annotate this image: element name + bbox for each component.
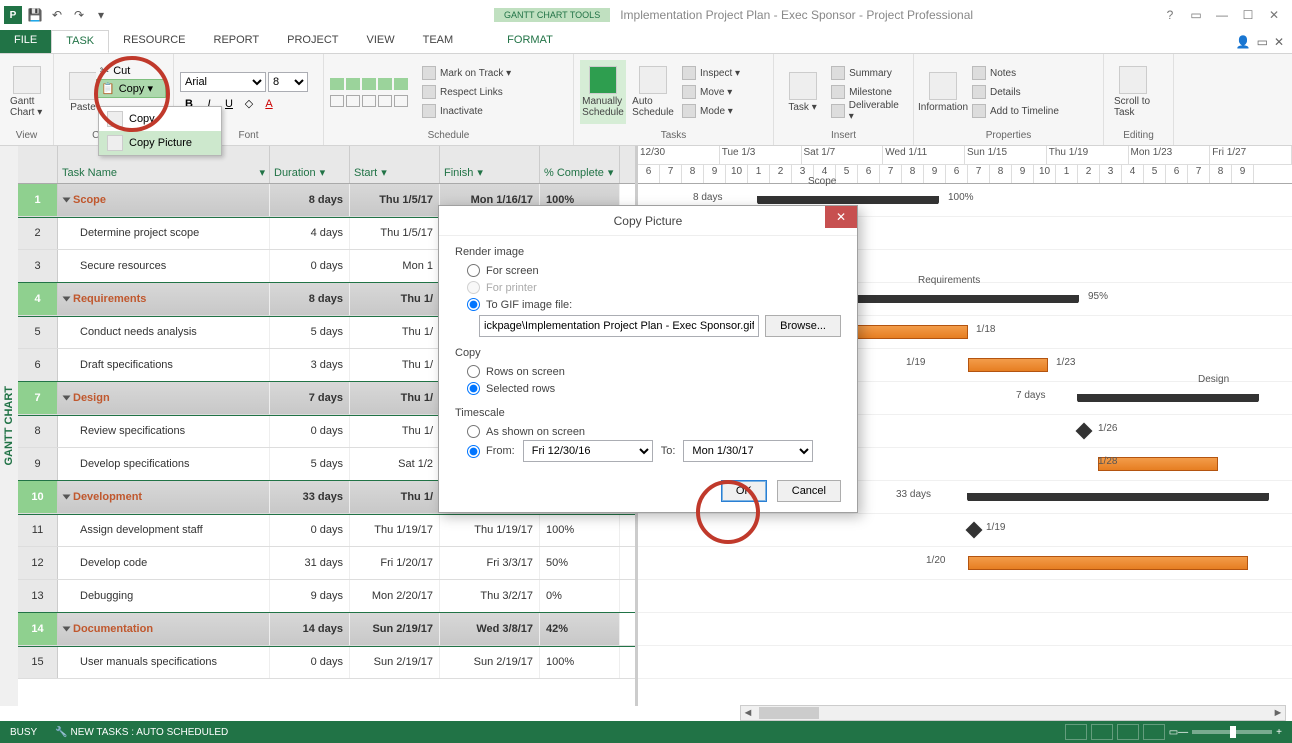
title-bar: P 💾 ↶ ↷ ▾ GANTT CHART TOOLS Implementati… xyxy=(0,0,1292,30)
dialog-close-button[interactable]: ✕ xyxy=(825,206,857,228)
section-copy: Copy xyxy=(455,347,841,359)
clipboard-copy-area: ✂Cut 📋Copy ▾ xyxy=(96,62,166,98)
view-shortcut-3[interactable] xyxy=(1117,724,1139,740)
font-size-select[interactable]: 8 xyxy=(268,72,308,92)
quick-access-toolbar: P 💾 ↶ ↷ ▾ xyxy=(0,6,114,24)
view-bar: GANTT CHART xyxy=(0,146,18,706)
gif-path-input[interactable] xyxy=(479,315,759,337)
auto-schedule-button[interactable]: Auto Schedule xyxy=(630,60,676,124)
tab-task[interactable]: TASK xyxy=(51,30,109,53)
copy-menu-copy-picture[interactable]: Copy Picture xyxy=(99,131,221,155)
tab-team[interactable]: TEAM xyxy=(409,30,468,53)
opt-selected-rows[interactable]: Selected rows xyxy=(455,380,841,397)
cancel-button[interactable]: Cancel xyxy=(777,480,841,502)
move-button[interactable]: Move ▾ xyxy=(680,83,742,101)
mark-on-track-button[interactable]: Mark on Track ▾ xyxy=(420,64,513,82)
table-row[interactable]: 14 Documentation 14 days Sun 2/19/17 Wed… xyxy=(18,613,635,646)
table-row[interactable]: 13 Debugging 9 days Mon 2/20/17 Thu 3/2/… xyxy=(18,580,635,613)
font-color-button[interactable]: A xyxy=(260,95,278,113)
save-icon[interactable]: 💾 xyxy=(26,6,44,24)
dialog-title: Copy Picture ✕ xyxy=(439,206,857,236)
copy-picture-dialog: Copy Picture ✕ Render image For screen F… xyxy=(438,205,858,513)
notes-button[interactable]: Notes xyxy=(970,64,1061,82)
mode-button[interactable]: Mode ▾ xyxy=(680,102,742,120)
manually-schedule-button[interactable]: Manually Schedule xyxy=(580,60,626,124)
col-pct-complete[interactable]: % Complete▾ xyxy=(540,146,620,183)
copy-menu-copy[interactable]: Copy xyxy=(99,107,221,131)
tab-report[interactable]: REPORT xyxy=(200,30,274,53)
from-date-select[interactable]: Fri 12/30/16 xyxy=(523,440,653,462)
cut-button[interactable]: ✂Cut xyxy=(96,62,166,79)
gantt-chart-button[interactable]: Gantt Chart ▾ xyxy=(6,60,47,124)
window-restore-icon[interactable]: ▭ xyxy=(1257,35,1268,49)
zoom-in-icon[interactable]: + xyxy=(1276,727,1282,738)
document-title: Implementation Project Plan - Exec Spons… xyxy=(620,8,973,22)
window-controls: ? ▭ — ☐ ✕ xyxy=(1158,5,1292,25)
ok-button[interactable]: OK xyxy=(721,480,767,502)
add-to-timeline-button[interactable]: Add to Timeline xyxy=(970,102,1061,120)
inspect-button[interactable]: Inspect ▾ xyxy=(680,64,742,82)
help-icon[interactable]: ? xyxy=(1158,5,1182,25)
section-timescale: Timescale xyxy=(455,407,841,419)
tab-resource[interactable]: RESOURCE xyxy=(109,30,199,53)
opt-from[interactable]: From: xyxy=(467,445,515,458)
copy-split-button[interactable]: 📋Copy ▾ xyxy=(96,79,166,98)
col-finish[interactable]: Finish▾ xyxy=(440,146,540,183)
opt-to-gif[interactable]: To GIF image file: xyxy=(455,296,841,313)
underline-button[interactable]: U xyxy=(220,95,238,113)
opt-for-printer: For printer xyxy=(455,279,841,296)
maximize-icon[interactable]: ☐ xyxy=(1236,5,1260,25)
view-shortcut-2[interactable] xyxy=(1091,724,1113,740)
milestone-button[interactable]: Milestone xyxy=(829,83,907,101)
ribbon-tabs: FILE TASK RESOURCE REPORT PROJECT VIEW T… xyxy=(0,30,1292,54)
inactivate-button[interactable]: Inactivate xyxy=(420,102,513,120)
copy-dropdown: Copy Copy Picture xyxy=(98,106,222,156)
opt-as-shown[interactable]: As shown on screen xyxy=(455,423,841,440)
inner-close-icon[interactable]: ✕ xyxy=(1274,35,1284,49)
contextual-tab-header: GANTT CHART TOOLS xyxy=(494,8,610,22)
minimize-icon[interactable]: — xyxy=(1210,5,1234,25)
fill-color-button[interactable]: ◇ xyxy=(240,95,258,113)
qat-more-icon[interactable]: ▾ xyxy=(92,6,110,24)
details-button[interactable]: Details xyxy=(970,83,1061,101)
section-render-image: Render image xyxy=(455,246,841,258)
opt-rows-on-screen[interactable]: Rows on screen xyxy=(455,363,841,380)
zoom-slider[interactable] xyxy=(1192,730,1272,734)
col-start[interactable]: Start▾ xyxy=(350,146,440,183)
information-button[interactable]: Information xyxy=(920,60,966,124)
summary-button[interactable]: Summary xyxy=(829,64,907,82)
account-icon[interactable]: 👤 xyxy=(1236,35,1251,49)
view-shortcut-1[interactable] xyxy=(1065,724,1087,740)
ribbon-options-icon[interactable]: ▭ xyxy=(1184,5,1208,25)
view-shortcut-4[interactable] xyxy=(1143,724,1165,740)
tab-format[interactable]: FORMAT xyxy=(493,30,567,53)
font-name-select[interactable]: Arial xyxy=(180,72,266,92)
undo-icon[interactable]: ↶ xyxy=(48,6,66,24)
task-insert-button[interactable]: Task ▾ xyxy=(780,60,825,124)
col-duration[interactable]: Duration▾ xyxy=(270,146,350,183)
redo-icon[interactable]: ↷ xyxy=(70,6,88,24)
opt-for-screen[interactable]: For screen xyxy=(455,262,841,279)
table-row[interactable]: 11 Assign development staff 0 days Thu 1… xyxy=(18,514,635,547)
deliverable-button[interactable]: Deliverable ▾ xyxy=(829,102,907,120)
gantt-h-scrollbar[interactable]: ◄► xyxy=(740,705,1286,721)
zoom-out-icon[interactable]: ▭— xyxy=(1169,727,1188,738)
table-row[interactable]: 15 User manuals specifications 0 days Su… xyxy=(18,646,635,679)
status-busy: BUSY xyxy=(10,727,37,738)
status-bar: BUSY 🔧 NEW TASKS : AUTO SCHEDULED ▭— + xyxy=(0,721,1292,743)
table-row[interactable]: 12 Develop code 31 days Fri 1/20/17 Fri … xyxy=(18,547,635,580)
tab-file[interactable]: FILE xyxy=(0,30,51,53)
timescale: 12/30Tue 1/3Sat 1/7Wed 1/11Sun 1/15Thu 1… xyxy=(638,146,1292,184)
close-icon[interactable]: ✕ xyxy=(1262,5,1286,25)
browse-button[interactable]: Browse... xyxy=(765,315,841,337)
tab-project[interactable]: PROJECT xyxy=(273,30,352,53)
app-icon: P xyxy=(4,6,22,24)
scroll-to-task-button[interactable]: Scroll to Task xyxy=(1110,60,1156,124)
to-date-select[interactable]: Mon 1/30/17 xyxy=(683,440,813,462)
tab-view[interactable]: VIEW xyxy=(352,30,408,53)
respect-links-button[interactable]: Respect Links xyxy=(420,83,513,101)
status-new-tasks[interactable]: 🔧 NEW TASKS : AUTO SCHEDULED xyxy=(55,727,228,738)
